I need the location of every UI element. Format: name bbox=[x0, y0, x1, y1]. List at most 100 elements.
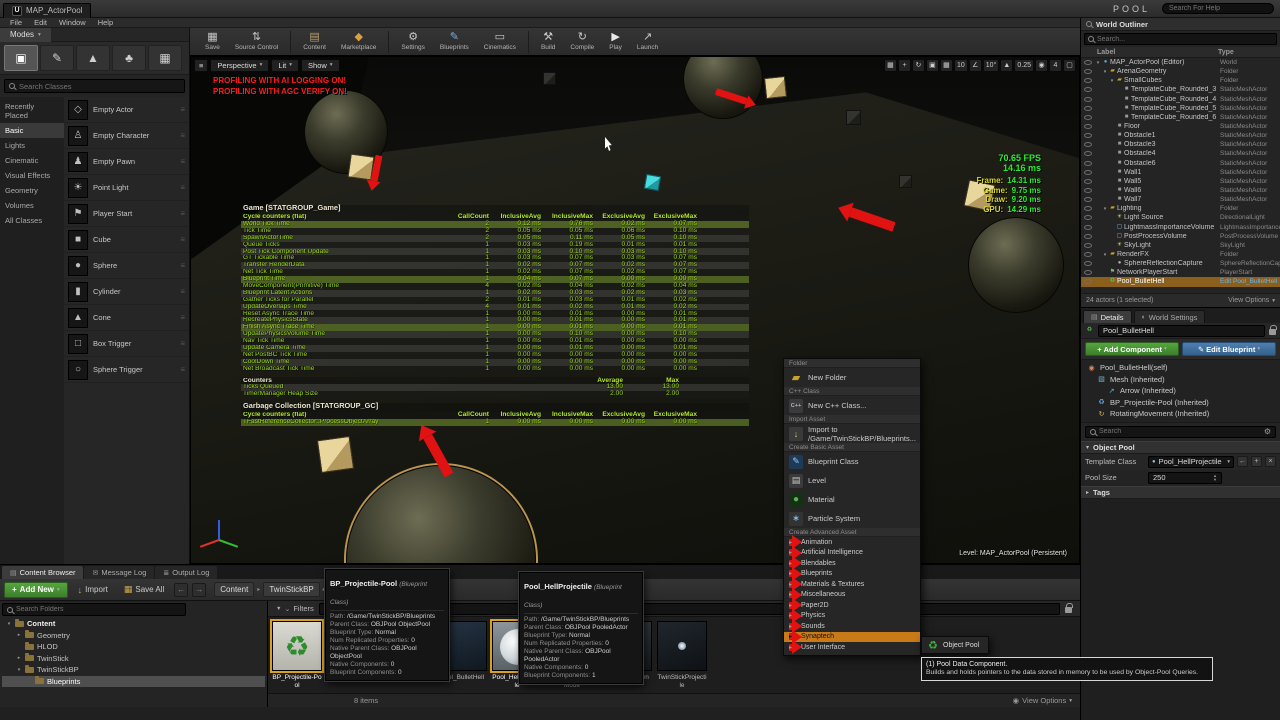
asset-twinstickprojectile[interactable]: TwinStickProjectile bbox=[657, 621, 707, 689]
build-button[interactable]: ⚒Build bbox=[534, 29, 562, 55]
menu-window[interactable]: Window bbox=[53, 18, 92, 27]
template-class-dropdown[interactable]: ● Pool_HellProjectile ▾ bbox=[1148, 456, 1234, 468]
details-search-input[interactable] bbox=[1099, 428, 1261, 435]
perspective-dropdown[interactable]: Perspective▾ bbox=[210, 59, 269, 72]
tab-details[interactable]: ▤Details bbox=[1083, 310, 1132, 323]
menu-item-import-to-game-twinstickbp-blueprints[interactable]: ↓Import to /Game/TwinStickBP/Blueprints.… bbox=[784, 424, 920, 443]
rotation-snap-value[interactable]: 10° bbox=[983, 59, 1000, 72]
visibility-eye-icon[interactable] bbox=[1084, 106, 1092, 111]
component-rotatingmovement-inherited[interactable]: ↻RotatingMovement (Inherited) bbox=[1081, 408, 1280, 420]
lock-icon[interactable] bbox=[1065, 607, 1072, 613]
folder-content[interactable]: ▾Content bbox=[2, 618, 265, 630]
place-item-cylinder[interactable]: ▮Cylinder≡ bbox=[64, 279, 189, 305]
rotate-tool-icon[interactable]: ↻ bbox=[912, 59, 925, 72]
breadcrumb-content[interactable]: Content bbox=[214, 582, 254, 597]
place-item-empty-pawn[interactable]: ♟Empty Pawn≡ bbox=[64, 149, 189, 175]
outliner-row-templatecube-rounded-3[interactable]: TemplateCube_Rounded_3StaticMeshActor bbox=[1081, 85, 1280, 94]
menu-item-paper2d[interactable]: Paper2D▸ bbox=[784, 600, 920, 611]
asset-bp-projectile-pool[interactable]: ♻BP_Projectile-Pool bbox=[272, 621, 322, 689]
outliner-row-map-actorpool-editor[interactable]: ▾MAP_ActorPool (Editor)World bbox=[1081, 58, 1280, 67]
menu-edit[interactable]: Edit bbox=[28, 18, 53, 27]
folder-twinstick[interactable]: ▸TwinStick bbox=[2, 653, 265, 665]
visibility-eye-icon[interactable] bbox=[1084, 206, 1092, 211]
camera-speed-icon[interactable]: ◉ bbox=[1035, 59, 1048, 72]
content-button[interactable]: ▤Content bbox=[296, 29, 333, 55]
visibility-eye-icon[interactable] bbox=[1084, 69, 1092, 74]
visibility-eye-icon[interactable] bbox=[1084, 215, 1092, 220]
search-classes-input[interactable] bbox=[19, 82, 180, 91]
folder-hlod[interactable]: HLOD bbox=[2, 641, 265, 653]
help-search-input[interactable] bbox=[1162, 3, 1274, 14]
folder-twinstickbp[interactable]: ▾TwinStickBP bbox=[2, 664, 265, 676]
small-cube[interactable] bbox=[899, 175, 912, 188]
category-cinematic[interactable]: Cinematic bbox=[0, 153, 64, 168]
outliner-row-obstacle3[interactable]: Obstacle3StaticMeshActor bbox=[1081, 140, 1280, 149]
visibility-eye-icon[interactable] bbox=[1084, 179, 1092, 184]
visibility-eye-icon[interactable] bbox=[1084, 188, 1092, 193]
expander-icon[interactable]: ▾ bbox=[6, 621, 12, 627]
visibility-eye-icon[interactable] bbox=[1084, 170, 1092, 175]
pool-size-input[interactable]: 250 ▲▼ bbox=[1148, 472, 1222, 484]
visibility-eye-icon[interactable] bbox=[1084, 151, 1092, 156]
paint-mode-button[interactable]: ✎ bbox=[40, 45, 74, 71]
place-item-empty-character[interactable]: ♙Empty Character≡ bbox=[64, 123, 189, 149]
outliner-row-floor[interactable]: FloorStaticMeshActor bbox=[1081, 122, 1280, 131]
visibility-eye-icon[interactable] bbox=[1084, 60, 1092, 65]
menu-item-artificial-intelligence[interactable]: Artificial Intelligence▸ bbox=[784, 548, 920, 559]
component-pool-bullethell-self[interactable]: ◉Pool_BulletHell(self) bbox=[1081, 362, 1280, 374]
menu-item-blueprint-class[interactable]: ✎Blueprint Class bbox=[784, 452, 920, 471]
category-lights[interactable]: Lights bbox=[0, 138, 64, 153]
outliner-row-wall1[interactable]: Wall1StaticMeshActor bbox=[1081, 168, 1280, 177]
outliner-row-wall6[interactable]: Wall6StaticMeshActor bbox=[1081, 186, 1280, 195]
compile-button[interactable]: ↻Compile bbox=[563, 29, 601, 55]
visibility-eye-icon[interactable] bbox=[1084, 261, 1092, 266]
category-all-classes[interactable]: All Classes bbox=[0, 213, 64, 228]
viewport-options-icon[interactable]: ≡ bbox=[194, 59, 208, 72]
component-arrow-inherited[interactable]: ↗Arrow (Inherited) bbox=[1081, 385, 1280, 397]
scale-snap-icon[interactable]: ▲ bbox=[1000, 59, 1013, 72]
menu-item-blendables[interactable]: Blendables▸ bbox=[784, 558, 920, 569]
menu-item-miscellaneous[interactable]: Miscellaneous▸ bbox=[784, 590, 920, 601]
import-button[interactable]: ↓ Import bbox=[72, 582, 114, 598]
outliner-row-skylight[interactable]: SkyLightSkyLight bbox=[1081, 241, 1280, 250]
menu-item-animation[interactable]: Animation▸ bbox=[784, 537, 920, 548]
outliner-row-smallcubes[interactable]: ▾SmallCubesFolder bbox=[1081, 76, 1280, 85]
settings-button[interactable]: ⚙Settings bbox=[394, 29, 432, 55]
category-volumes[interactable]: Volumes bbox=[0, 198, 64, 213]
spinner-arrows-icon[interactable]: ▲▼ bbox=[1213, 474, 1217, 481]
show-dropdown[interactable]: Show▾ bbox=[301, 59, 340, 72]
visibility-eye-icon[interactable] bbox=[1084, 225, 1092, 230]
menu-item-new-c-class[interactable]: C++New C++ Class... bbox=[784, 396, 920, 415]
visibility-eye-icon[interactable] bbox=[1084, 142, 1092, 147]
place-item-sphere[interactable]: ●Sphere≡ bbox=[64, 253, 189, 279]
visibility-eye-icon[interactable] bbox=[1084, 124, 1092, 129]
modes-tab[interactable]: Modes ▾ bbox=[0, 28, 51, 42]
outliner-row-pool-bullethell[interactable]: Pool_BulletHellEdit Pool_BulletHell bbox=[1081, 277, 1280, 286]
object-pool-submenu-item[interactable]: ♻ Object Pool bbox=[921, 636, 989, 654]
small-cube[interactable] bbox=[543, 72, 556, 85]
visibility-eye-icon[interactable] bbox=[1084, 279, 1092, 284]
outliner-row-lightmassimportancevolume[interactable]: LightmassImportanceVolumeLightmassImport… bbox=[1081, 223, 1280, 232]
grid-snap-icon[interactable]: ▦ bbox=[940, 59, 953, 72]
tags-section-header[interactable]: ▸ Tags bbox=[1081, 486, 1280, 499]
surface-snap-icon[interactable]: ▦ bbox=[884, 59, 897, 72]
visibility-eye-icon[interactable] bbox=[1084, 252, 1092, 257]
breadcrumb-twinstickbp[interactable]: TwinStickBP bbox=[263, 582, 319, 597]
outliner-row-obstacle6[interactable]: Obstacle6StaticMeshActor bbox=[1081, 159, 1280, 168]
outliner-row-postprocessvolume[interactable]: PostProcessVolumePostProcessVolume bbox=[1081, 232, 1280, 241]
outliner-type[interactable]: Edit Pool_BulletHell bbox=[1220, 278, 1280, 285]
visibility-eye-icon[interactable] bbox=[1084, 270, 1092, 275]
outliner-row-networkplayerstart[interactable]: NetworkPlayerStartPlayerStart bbox=[1081, 268, 1280, 277]
menu-item-level[interactable]: ▤Level bbox=[784, 471, 920, 490]
category-visual-effects[interactable]: Visual Effects bbox=[0, 168, 64, 183]
tab-world-settings[interactable]: ◐World Settings bbox=[1134, 310, 1206, 323]
outliner-row-renderfx[interactable]: ▾RenderFXFolder bbox=[1081, 250, 1280, 259]
play-button[interactable]: ▶Play bbox=[602, 29, 629, 55]
place-item-point-light[interactable]: ☀Point Light≡ bbox=[64, 175, 189, 201]
forward-arrow-icon[interactable]: → bbox=[192, 583, 206, 597]
obstacle-sphere[interactable] bbox=[968, 217, 1064, 313]
source-control-button[interactable]: ⇅Source Control bbox=[228, 29, 285, 55]
outliner-row-templatecube-rounded-6[interactable]: TemplateCube_Rounded_6StaticMeshActor bbox=[1081, 113, 1280, 122]
menu-item-synaptech[interactable]: Synaptech▸ bbox=[784, 632, 920, 643]
menu-item-sounds[interactable]: Sounds▸ bbox=[784, 621, 920, 632]
